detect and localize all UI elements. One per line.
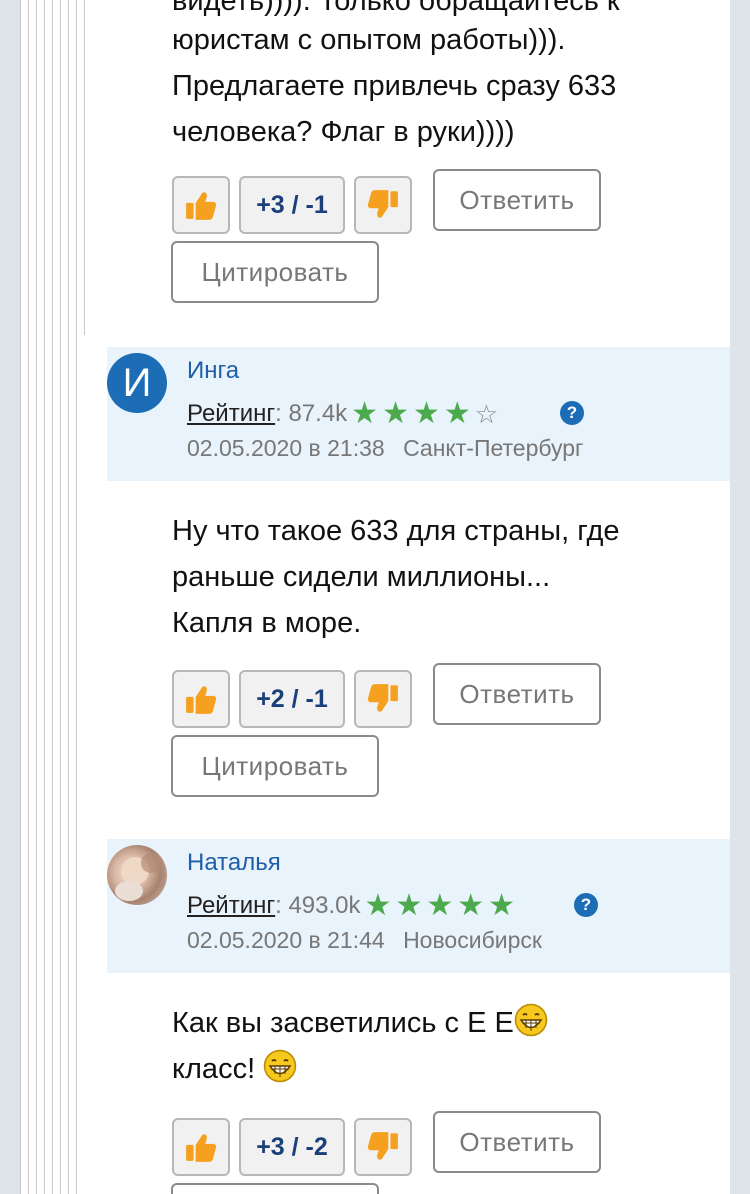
thread-line bbox=[20, 0, 21, 1194]
comment-text: Как вы засветились с Е Е класс! bbox=[172, 1000, 712, 1092]
rating-value: : 87.4k bbox=[275, 400, 348, 427]
comment-header: Наталья Рейтинг : 493.0k ★ ★ ★ ★ ★ ? 02.… bbox=[107, 839, 730, 973]
star-icon: ★ bbox=[457, 889, 485, 922]
avatar[interactable]: И bbox=[107, 353, 167, 413]
comment-text-line: Ну что такое 633 для страны, где bbox=[172, 515, 620, 547]
dislike-button[interactable] bbox=[354, 1118, 412, 1176]
comment-date: 02.05.2020 в 21:38 bbox=[187, 435, 385, 461]
vote-score: +3 / -1 bbox=[239, 176, 345, 234]
comment-text-line: раньше сидели миллионы... bbox=[172, 561, 551, 593]
author-name[interactable]: Наталья bbox=[187, 849, 281, 877]
dislike-button[interactable] bbox=[354, 176, 412, 234]
thread-line bbox=[36, 0, 37, 1194]
thumbs-up-icon bbox=[186, 686, 217, 714]
thumbs-down-icon bbox=[367, 684, 398, 712]
vote-score: +2 / -1 bbox=[239, 670, 345, 728]
quote-button[interactable]: Цитировать bbox=[171, 735, 379, 797]
star-icon: ★ bbox=[426, 889, 454, 922]
thread-line bbox=[76, 0, 77, 1194]
comment-text-line: человека? Флаг в руки)))) bbox=[172, 116, 515, 148]
vote-score: +3 / -2 bbox=[239, 1118, 345, 1176]
reply-button[interactable]: Ответить bbox=[433, 169, 601, 231]
thumbs-down-icon bbox=[367, 190, 398, 218]
rating-link[interactable]: Рейтинг bbox=[187, 892, 275, 920]
comment-text-line: Как вы засветились с Е Е bbox=[172, 1000, 712, 1046]
comment-text-line: класс! bbox=[172, 1046, 712, 1092]
thumbs-up-icon bbox=[186, 1134, 217, 1162]
comment-meta: 02.05.2020 в 21:44 Новосибирск bbox=[187, 927, 542, 954]
comment-text: Ну что такое 633 для страны, где раньше … bbox=[172, 508, 712, 646]
comment-city: Санкт-Петербург bbox=[403, 435, 584, 461]
thumbs-up-icon bbox=[186, 192, 217, 220]
comment-header: И Инга Рейтинг : 87.4k ★ ★ ★ ★ ☆ ? 02.05… bbox=[107, 347, 730, 481]
comment-text: юристам с опытом работы))). Предлагаете … bbox=[172, 17, 712, 155]
dislike-button[interactable] bbox=[354, 670, 412, 728]
thread-line bbox=[44, 0, 45, 1194]
star-icon: ★ bbox=[351, 397, 379, 430]
comment-date: 02.05.2020 в 21:44 bbox=[187, 927, 385, 953]
thread-line bbox=[28, 0, 29, 1194]
thread-line bbox=[84, 0, 85, 335]
comment-text-fragment: Как вы засветились с Е Е bbox=[172, 1007, 514, 1039]
thread-line bbox=[52, 0, 53, 1194]
comment-meta: 02.05.2020 в 21:38 Санкт-Петербург bbox=[187, 435, 583, 462]
like-button[interactable] bbox=[172, 1118, 230, 1176]
comment-text-line: юристам с опытом работы))). bbox=[172, 24, 566, 56]
grin-emoji-icon bbox=[514, 1003, 548, 1037]
comment-text-fragment: класс! bbox=[172, 1053, 264, 1085]
reply-button[interactable]: Ответить bbox=[433, 1111, 601, 1173]
star-icon: ★ bbox=[382, 397, 409, 430]
star-icon: ★ bbox=[395, 889, 423, 922]
comment-text-line: Предлагаете привлечь сразу 633 bbox=[172, 70, 617, 102]
help-icon[interactable]: ? bbox=[574, 893, 598, 917]
comment-text-line: Капля в море. bbox=[172, 607, 362, 639]
rating-line: Рейтинг : 87.4k ★ ★ ★ ★ ☆ bbox=[187, 397, 499, 430]
star-icon: ★ bbox=[488, 889, 516, 922]
star-empty-icon: ☆ bbox=[474, 399, 499, 429]
star-icon: ★ bbox=[364, 889, 392, 922]
rating-value: : 493.0k bbox=[275, 892, 361, 919]
grin-emoji-icon bbox=[263, 1049, 297, 1083]
avatar-photo bbox=[115, 853, 161, 901]
rating-line: Рейтинг : 493.0k ★ ★ ★ ★ ★ bbox=[187, 891, 515, 921]
author-name[interactable]: Инга bbox=[187, 357, 239, 385]
thumbs-down-icon bbox=[367, 1132, 398, 1160]
like-button[interactable] bbox=[172, 176, 230, 234]
comment-city: Новосибирск bbox=[403, 927, 542, 953]
thread-line bbox=[68, 0, 69, 1194]
rating-link[interactable]: Рейтинг bbox=[187, 400, 275, 428]
rating-stars: ★ ★ ★ ★ ☆ bbox=[351, 397, 499, 430]
star-icon: ★ bbox=[412, 397, 440, 430]
avatar[interactable] bbox=[107, 845, 167, 905]
star-icon: ★ bbox=[443, 397, 471, 430]
thread-line bbox=[60, 0, 61, 1194]
rating-stars: ★ ★ ★ ★ ★ bbox=[365, 891, 516, 921]
quote-button[interactable]: Цитировать bbox=[171, 241, 379, 303]
quote-button[interactable] bbox=[171, 1183, 379, 1194]
help-icon[interactable]: ? bbox=[560, 401, 584, 425]
like-button[interactable] bbox=[172, 670, 230, 728]
reply-button[interactable]: Ответить bbox=[433, 663, 601, 725]
